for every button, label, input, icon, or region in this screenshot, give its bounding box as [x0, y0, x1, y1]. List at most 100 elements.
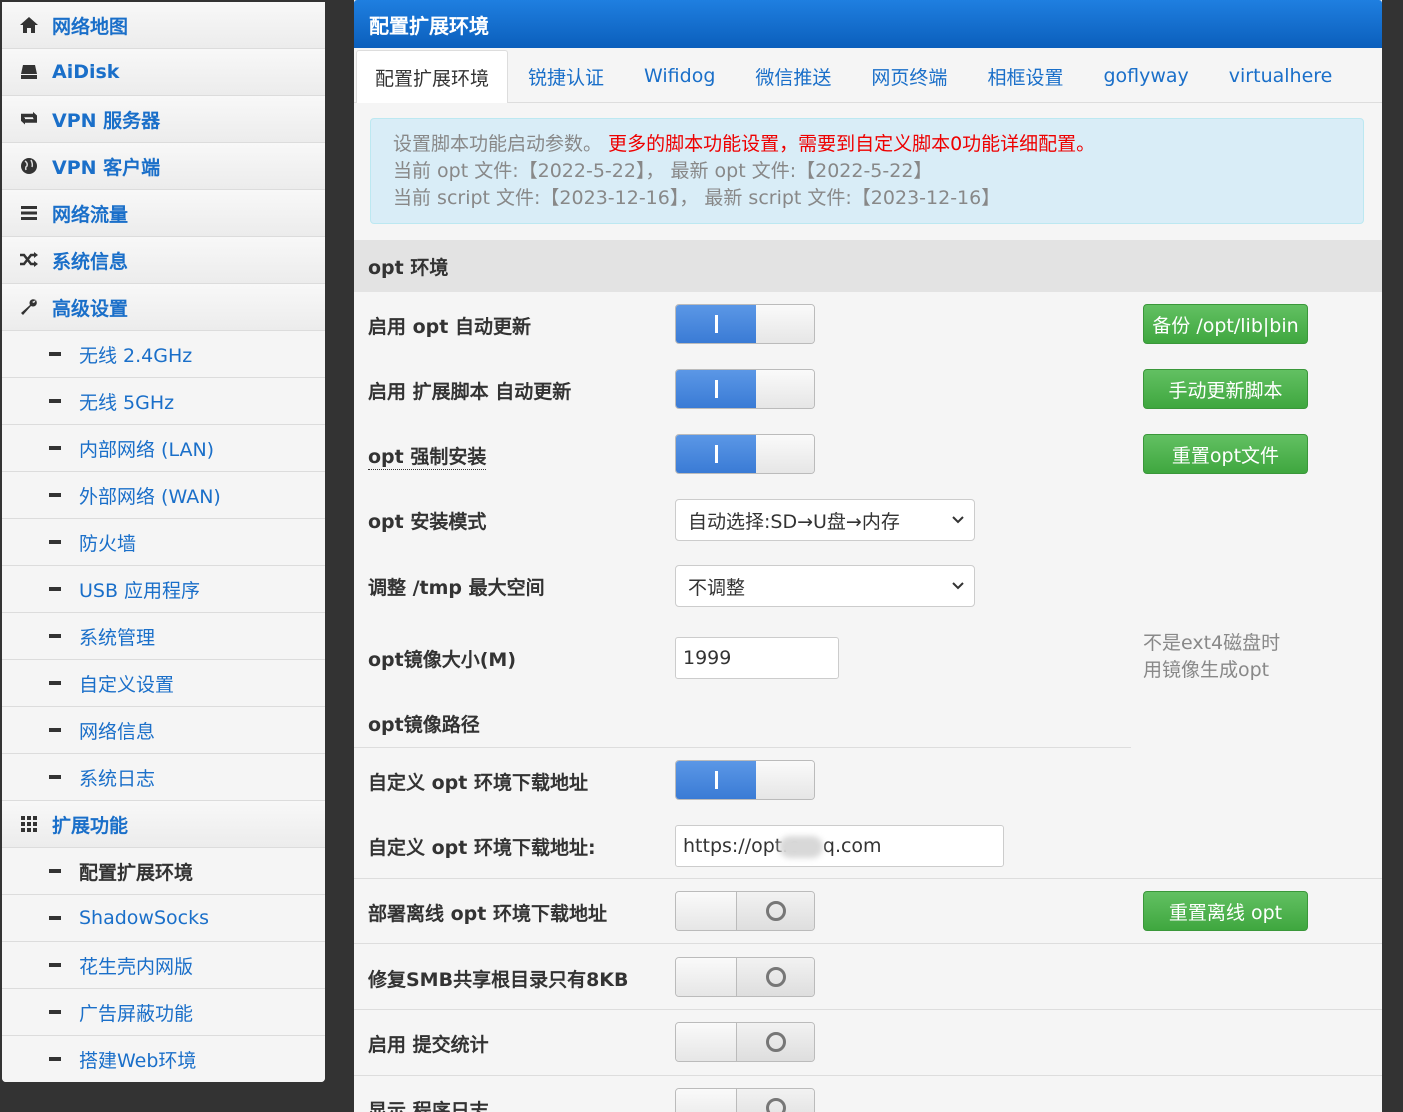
- sidebar-item-firewall[interactable]: 防火墙: [2, 519, 325, 566]
- tab-config-ext-env[interactable]: 配置扩展环境: [356, 50, 509, 103]
- custom-opt-url-input[interactable]: https://opt.c q.com: [675, 825, 1004, 867]
- sidebar-item-label: 系统管理: [79, 626, 156, 649]
- sidebar-item-label: 配置扩展环境: [79, 861, 194, 884]
- opt-auto-update-toggle[interactable]: [675, 304, 815, 344]
- sidebar-item-label: USB 应用程序: [79, 579, 201, 602]
- script-auto-update-label: 启用 扩展脚本 自动更新: [368, 381, 572, 403]
- submit-stats-label: 启用 提交统计: [368, 1034, 489, 1056]
- toggle-knob: [756, 370, 814, 408]
- divider: [354, 747, 1131, 748]
- info-line-1: 设置脚本功能启动参数。 更多的脚本功能设置，需要到自定义脚本0功能详细配置。: [393, 131, 1341, 158]
- sidebar-item-config-ext-env[interactable]: 配置扩展环境: [2, 848, 325, 895]
- custom-opt-url-toggle-label: 自定义 opt 环境下载地址: [368, 772, 588, 794]
- sidebar-item-vpn-client[interactable]: VPN 客户端: [2, 143, 325, 190]
- redaction-blur: [779, 836, 823, 858]
- dash-icon: [49, 634, 61, 638]
- toggle-on-icon: [714, 380, 718, 398]
- tab-wifidog[interactable]: Wifidog: [624, 50, 735, 102]
- toggle-on-part: [676, 370, 756, 408]
- smb-fix-label: 修复SMB共享根目录只有8KB: [368, 969, 629, 991]
- sidebar-item-shadowsocks[interactable]: ShadowSocks: [2, 895, 325, 942]
- dash-icon: [49, 681, 61, 685]
- tab-web-terminal[interactable]: 网页终端: [851, 50, 967, 102]
- custom-opt-url-toggle[interactable]: [675, 760, 815, 800]
- opt-install-mode-label: opt 安装模式: [368, 511, 487, 533]
- sidebar-item-wan[interactable]: 外部网络 (WAN): [2, 472, 325, 519]
- script-auto-update-toggle[interactable]: [675, 369, 815, 409]
- sidebar-item-aidisk[interactable]: AiDisk: [2, 49, 325, 96]
- tab-ruijie[interactable]: 锐捷认证: [508, 50, 624, 102]
- toggle-on-icon: [714, 445, 718, 463]
- sidebar-item-lan[interactable]: 内部网络 (LAN): [2, 425, 325, 472]
- toggle-knob: [676, 958, 737, 996]
- sidebar-item-vpn-server[interactable]: VPN 服务器: [2, 96, 325, 143]
- dash-icon: [49, 869, 61, 873]
- info-line-2: 当前 opt 文件:【2022-5-22】， 最新 opt 文件:【2022-5…: [393, 160, 933, 182]
- opt-install-mode-select[interactable]: 自动选择:SD→U盘→内存: [675, 499, 975, 541]
- sidebar-item-label: VPN 客户端: [52, 156, 161, 179]
- opt-image-size-input[interactable]: 1999: [675, 637, 839, 679]
- sidebar-item-label: AiDisk: [52, 61, 120, 83]
- tasks-icon: [18, 205, 40, 221]
- sidebar-item-label: 外部网络 (WAN): [79, 485, 221, 508]
- smb-fix-toggle[interactable]: [675, 957, 815, 997]
- sidebar-item-traffic[interactable]: 网络流量: [2, 190, 325, 237]
- sidebar-item-label: 网络信息: [79, 720, 156, 743]
- tab-virtualhere[interactable]: virtualhere: [1209, 50, 1353, 102]
- sidebar-item-network-map[interactable]: 网络地图: [2, 2, 325, 49]
- offline-opt-toggle[interactable]: [675, 891, 815, 931]
- sidebar-item-usb-apps[interactable]: USB 应用程序: [2, 566, 325, 613]
- sidebar-item-adblock[interactable]: 广告屏蔽功能: [2, 989, 325, 1036]
- manual-update-script-button[interactable]: 手动更新脚本: [1143, 369, 1308, 409]
- opt-image-path-label: opt镜像路径: [368, 714, 480, 736]
- tab-wechat-push[interactable]: 微信推送: [735, 50, 851, 102]
- info-text: 设置脚本功能启动参数。: [393, 133, 603, 155]
- opt-force-install-toggle[interactable]: [675, 434, 815, 474]
- sidebar-item-label: 无线 2.4GHz: [79, 344, 193, 367]
- reset-opt-button[interactable]: 重置opt文件: [1143, 434, 1308, 474]
- sidebar-item-extensions[interactable]: 扩展功能: [2, 801, 325, 848]
- backup-opt-button[interactable]: 备份 /opt/lib|bin: [1143, 304, 1308, 344]
- dash-icon: [49, 728, 61, 732]
- sidebar-item-label: 搭建Web环境: [79, 1049, 197, 1072]
- sidebar-item-network-info[interactable]: 网络信息: [2, 707, 325, 754]
- sidebar-item-admin[interactable]: 系统管理: [2, 613, 325, 660]
- toggle-off-part: [737, 892, 814, 930]
- opt-image-note-line-2: 用镜像生成opt: [1143, 659, 1270, 681]
- sidebar-item-label: 扩展功能: [52, 814, 129, 837]
- sidebar-item-wireless-5[interactable]: 无线 5GHz: [2, 378, 325, 425]
- sidebar-item-label: 广告屏蔽功能: [79, 1002, 194, 1025]
- sidebar-item-label: 花生壳内网版: [79, 955, 194, 978]
- sidebar-item-system-log[interactable]: 系统日志: [2, 754, 325, 801]
- toggle-off-icon: [765, 1098, 786, 1112]
- sidebar-item-label: VPN 服务器: [52, 109, 161, 132]
- tab-goflyway[interactable]: goflyway: [1083, 50, 1208, 102]
- sidebar-item-label: 网络流量: [52, 203, 129, 226]
- sidebar-item-advanced[interactable]: 高级设置: [2, 284, 325, 331]
- submit-stats-toggle[interactable]: [675, 1022, 815, 1062]
- sidebar-item-wireless-24[interactable]: 无线 2.4GHz: [2, 331, 325, 378]
- toggle-on-icon: [714, 771, 718, 789]
- tab-photo-frame[interactable]: 相框设置: [967, 50, 1083, 102]
- dash-icon: [49, 446, 61, 450]
- dash-icon: [49, 587, 61, 591]
- sidebar-item-system-info[interactable]: 系统信息: [2, 237, 325, 284]
- select-value: 不调整: [688, 576, 746, 599]
- toggle-on-part: [676, 305, 756, 343]
- dash-icon: [49, 399, 61, 403]
- show-log-toggle[interactable]: [675, 1088, 815, 1112]
- toggle-knob: [676, 892, 737, 930]
- tmp-max-select[interactable]: 不调整: [675, 565, 975, 607]
- toggle-on-icon: [714, 315, 718, 333]
- sidebar-item-custom-settings[interactable]: 自定义设置: [2, 660, 325, 707]
- divider: [354, 1075, 1382, 1076]
- opt-force-install-label: opt 强制安装: [368, 442, 487, 470]
- sidebar-item-web-env[interactable]: 搭建Web环境: [2, 1036, 325, 1082]
- toggle-on-part: [676, 435, 756, 473]
- section-title: opt 环境: [354, 240, 1382, 292]
- sidebar-item-oray[interactable]: 花生壳内网版: [2, 942, 325, 989]
- reset-offline-opt-button[interactable]: 重置离线 opt: [1143, 891, 1308, 931]
- divider: [354, 943, 1382, 944]
- globe-icon: [18, 157, 40, 175]
- toggle-on-part: [676, 761, 756, 799]
